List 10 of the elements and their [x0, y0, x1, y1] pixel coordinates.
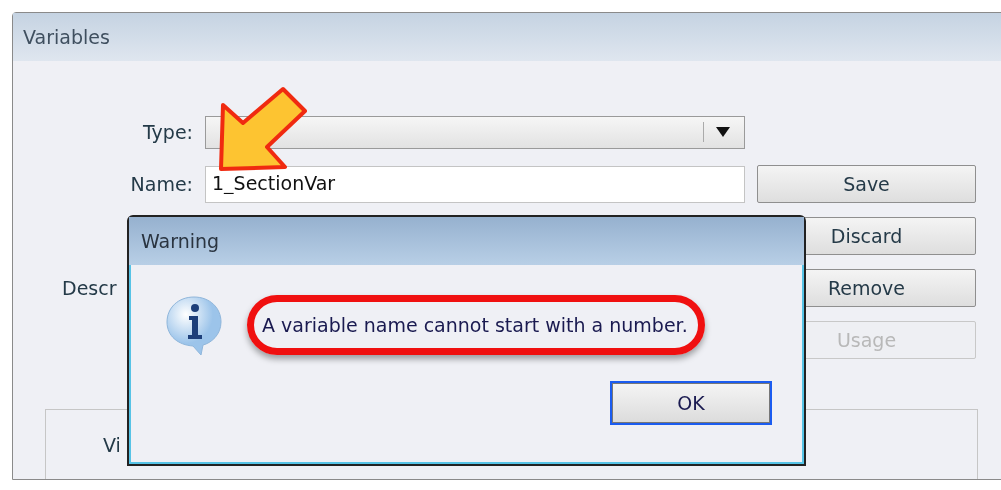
dialog-title: Warning: [129, 217, 804, 265]
group-label: Vi: [103, 434, 121, 456]
ok-button[interactable]: OK: [612, 383, 770, 423]
save-button[interactable]: Save: [757, 165, 976, 203]
window-title: Variables: [13, 13, 1001, 61]
description-label: Descr: [62, 277, 117, 299]
name-field[interactable]: 1_SectionVar: [205, 165, 745, 203]
warning-message: A variable name cannot start with a number.: [262, 314, 688, 336]
type-label: Type:: [142, 121, 193, 143]
name-label: Name:: [130, 173, 193, 195]
